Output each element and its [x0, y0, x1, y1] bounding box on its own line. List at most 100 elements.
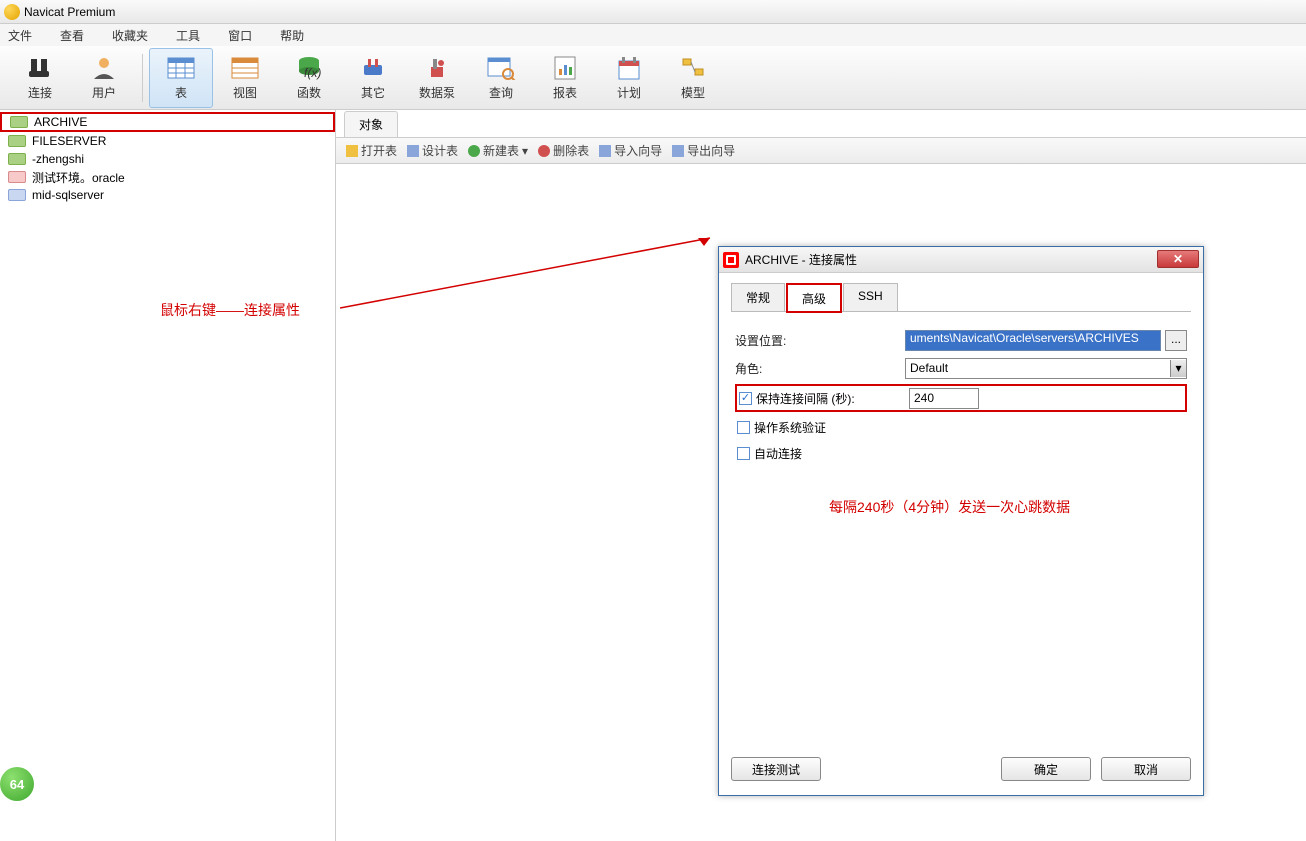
menu-bar: 文件 查看 收藏夹 工具 窗口 帮助: [0, 24, 1306, 46]
plan-icon: [613, 54, 645, 82]
tool-model[interactable]: 模型: [661, 48, 725, 108]
connection-label: -zhengshi: [32, 152, 84, 166]
menu-window[interactable]: 窗口: [228, 27, 252, 44]
title-bar: Navicat Premium: [0, 0, 1306, 24]
view-icon: [229, 54, 261, 82]
tool-table[interactable]: 表: [149, 48, 213, 108]
plug-icon: [24, 54, 56, 82]
tool-connect[interactable]: 连接: [8, 48, 72, 108]
oracle-icon: [723, 252, 739, 268]
test-connection-button[interactable]: 连接测试: [731, 757, 821, 781]
osauth-checkbox[interactable]: [737, 421, 750, 434]
tool-function[interactable]: f(x) 函数: [277, 48, 341, 108]
menu-file[interactable]: 文件: [8, 27, 32, 44]
cancel-button[interactable]: 取消: [1101, 757, 1191, 781]
open-icon: [346, 145, 358, 157]
dialog-footer: 连接测试 确定 取消: [731, 757, 1191, 785]
db-icon: [10, 116, 28, 128]
label-role: 角色:: [735, 360, 905, 377]
export-icon: [672, 145, 684, 157]
tool-user[interactable]: 用户: [72, 48, 136, 108]
annotation-right-click: 鼠标右键——连接属性: [160, 300, 300, 320]
keepalive-input[interactable]: [909, 388, 979, 409]
row-location: 设置位置: uments\Navicat\Oracle\servers\ARCH…: [735, 326, 1187, 354]
row-autoconnect: 自动连接: [735, 440, 1187, 466]
connection-testenv[interactable]: 测试环境。oracle: [0, 168, 335, 186]
connection-fileserver[interactable]: FILESERVER: [0, 132, 335, 150]
connection-label: ARCHIVE: [34, 115, 87, 129]
ok-button[interactable]: 确定: [1001, 757, 1091, 781]
label-osauth: 操作系统验证: [754, 419, 826, 436]
connection-label: FILESERVER: [32, 134, 106, 148]
app-icon: [4, 4, 20, 20]
import-icon: [599, 145, 611, 157]
connection-label: mid-sqlserver: [32, 188, 104, 202]
db-icon: [8, 189, 26, 201]
svg-text:f(x): f(x): [304, 66, 321, 80]
row-role: 角色: Default ▾: [735, 354, 1187, 382]
row-keepalive: 保持连接间隔 (秒):: [735, 384, 1187, 412]
label-keepalive: 保持连接间隔 (秒):: [756, 390, 855, 407]
table-icon: [165, 54, 197, 82]
pump-icon: [421, 54, 453, 82]
tool-query[interactable]: 查询: [469, 48, 533, 108]
chevron-down-icon: ▾: [1170, 360, 1186, 377]
other-icon: [357, 54, 389, 82]
action-delete-table[interactable]: 删除表: [538, 142, 589, 159]
query-icon: [485, 54, 517, 82]
autoconnect-checkbox[interactable]: [737, 447, 750, 460]
connections-sidebar: ARCHIVE FILESERVER -zhengshi 测试环境。oracle…: [0, 110, 336, 841]
label-autoconnect: 自动连接: [754, 445, 802, 462]
tool-view[interactable]: 视图: [213, 48, 277, 108]
main-toolbar: 连接 用户 表 视图 f(x) 函数 其它 数据泵 查询 报表 计划 模型: [0, 46, 1306, 110]
model-icon: [677, 54, 709, 82]
dialog-title: ARCHIVE - 连接属性: [745, 251, 857, 268]
tool-datapump[interactable]: 数据泵: [405, 48, 469, 108]
role-select[interactable]: Default ▾: [905, 358, 1187, 379]
connection-properties-dialog: ARCHIVE - 连接属性 ✕ 常规 高级 SSH 设置位置: uments\…: [718, 246, 1204, 796]
dialog-titlebar[interactable]: ARCHIVE - 连接属性 ✕: [719, 247, 1203, 273]
browse-button[interactable]: ...: [1165, 330, 1187, 351]
connection-archive[interactable]: ARCHIVE: [0, 112, 335, 132]
minus-icon: [538, 145, 550, 157]
role-value: Default: [910, 361, 948, 375]
design-icon: [407, 145, 419, 157]
action-export[interactable]: 导出向导: [672, 142, 735, 159]
tab-advanced[interactable]: 高级: [787, 284, 841, 312]
connection-midsql[interactable]: mid-sqlserver: [0, 186, 335, 204]
menu-view[interactable]: 查看: [60, 27, 84, 44]
toolbar-separator: [142, 54, 143, 102]
annotation-heartbeat: 每隔240秒（4分钟）发送一次心跳数据: [829, 497, 1070, 517]
action-import[interactable]: 导入向导: [599, 142, 662, 159]
plus-icon: [468, 145, 480, 157]
connection-label: 测试环境。oracle: [32, 169, 125, 186]
report-icon: [549, 54, 581, 82]
location-input[interactable]: uments\Navicat\Oracle\servers\ARCHIVES: [905, 330, 1161, 351]
table-actionbar: 打开表 设计表 新建表 ▾ 删除表 导入向导 导出向导: [336, 138, 1306, 164]
dialog-body: 常规 高级 SSH 设置位置: uments\Navicat\Oracle\se…: [719, 273, 1203, 480]
row-osauth: 操作系统验证: [735, 414, 1187, 440]
connection-zhengshi[interactable]: -zhengshi: [0, 150, 335, 168]
tab-ssh[interactable]: SSH: [843, 283, 898, 311]
badge-64: 64: [0, 767, 34, 801]
app-title: Navicat Premium: [24, 5, 115, 19]
keepalive-checkbox[interactable]: [739, 392, 752, 405]
advanced-form: 设置位置: uments\Navicat\Oracle\servers\ARCH…: [731, 312, 1191, 480]
action-design-table[interactable]: 设计表: [407, 142, 458, 159]
dialog-tabs: 常规 高级 SSH: [731, 283, 1191, 312]
tab-general[interactable]: 常规: [731, 283, 785, 311]
user-icon: [88, 54, 120, 82]
action-open-table[interactable]: 打开表: [346, 142, 397, 159]
db-icon: [8, 135, 26, 147]
action-new-table[interactable]: 新建表 ▾: [468, 142, 528, 159]
tab-object[interactable]: 对象: [344, 111, 398, 137]
close-button[interactable]: ✕: [1157, 250, 1199, 268]
tool-report[interactable]: 报表: [533, 48, 597, 108]
menu-fav[interactable]: 收藏夹: [112, 27, 148, 44]
db-icon: [8, 153, 26, 165]
tool-other[interactable]: 其它: [341, 48, 405, 108]
object-tabstrip: 对象: [336, 110, 1306, 138]
menu-tools[interactable]: 工具: [176, 27, 200, 44]
tool-plan[interactable]: 计划: [597, 48, 661, 108]
menu-help[interactable]: 帮助: [280, 27, 304, 44]
